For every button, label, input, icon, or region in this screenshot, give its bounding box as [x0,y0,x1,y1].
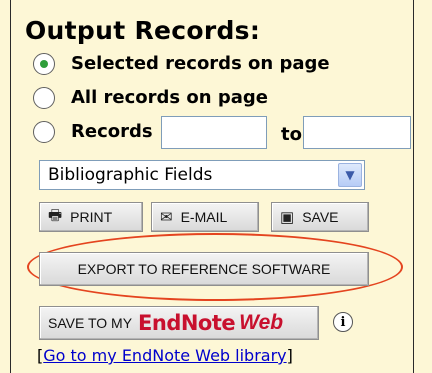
output-records-panel: Output Records: Selected records on page… [10,0,414,373]
save-label: SAVE [302,209,339,225]
export-to-reference-software-button[interactable]: EXPORT TO REFERENCE SOFTWARE [39,252,369,286]
endnote-web-library-link[interactable]: Go to my EndNote Web library [43,346,286,365]
radio-all-records[interactable] [33,87,55,109]
email-button[interactable]: ✉ E-MAIL [151,202,259,232]
print-label: PRINT [70,209,113,225]
endnote-logo: EndNote [138,311,236,335]
save-to-my-label: SAVE TO MY [48,315,133,331]
printer-icon: 🖶 [48,206,63,224]
option-selected-records[interactable]: Selected records on page [33,50,330,78]
save-to-endnote-web-button[interactable]: SAVE TO MY EndNote Web [39,306,319,340]
option-label: All records on page [71,87,268,108]
records-to-input[interactable] [303,116,411,149]
export-label: EXPORT TO REFERENCE SOFTWARE [77,261,331,277]
radio-records-range[interactable] [33,121,55,143]
records-from-input[interactable] [161,116,267,149]
endnote-library-link-line: [Go to my EndNote Web library] [37,346,293,365]
to-label: to [281,124,302,145]
fields-select[interactable]: Bibliographic Fields ▼ [39,160,365,190]
envelope-icon: ✉ [160,209,173,226]
print-button[interactable]: 🖶 PRINT [39,202,143,232]
link-close-bracket: ] [286,346,293,365]
save-button[interactable]: ▣ SAVE [271,202,369,232]
chevron-down-icon[interactable]: ▼ [338,163,362,187]
panel-title: Output Records: [25,16,261,45]
floppy-disk-icon: ▣ [280,209,295,226]
fields-select-value: Bibliographic Fields [48,165,213,185]
option-all-records[interactable]: All records on page [33,84,268,112]
option-label: Records [71,121,153,142]
endnote-web-logo: Web [239,311,284,334]
email-label: E-MAIL [180,209,228,225]
option-label: Selected records on page [71,53,330,74]
radio-selected-records[interactable] [33,53,55,75]
info-icon[interactable]: i [333,312,353,332]
option-records-range[interactable]: Records [33,118,153,146]
